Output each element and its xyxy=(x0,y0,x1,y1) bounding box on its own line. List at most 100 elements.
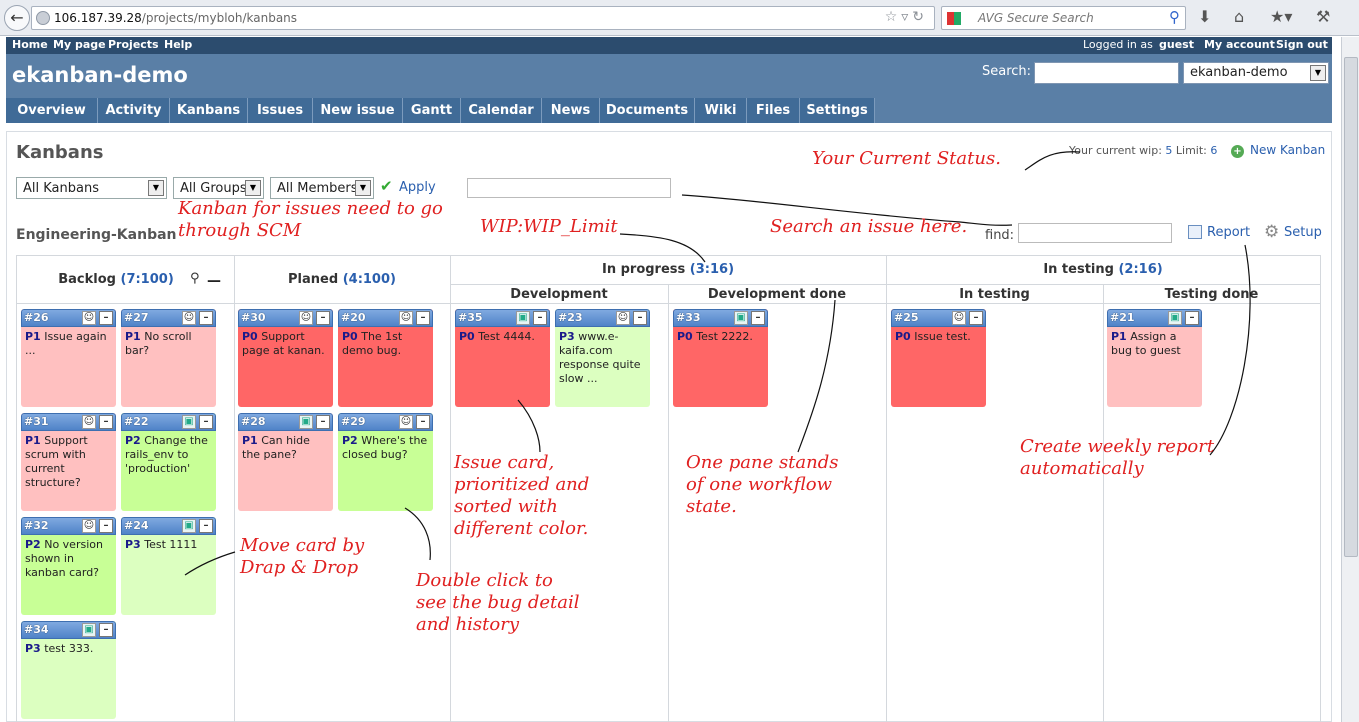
card-header[interactable]: #27 ☺ – xyxy=(121,309,216,327)
minimize-icon[interactable]: – xyxy=(99,623,113,637)
minimize-icon[interactable]: – xyxy=(416,415,430,429)
card-header[interactable]: #26 ☺ – xyxy=(21,309,116,327)
minimize-icon[interactable]: – xyxy=(199,519,213,533)
topmenu-projects[interactable]: Projects xyxy=(108,38,159,51)
logged-in-user[interactable]: guest xyxy=(1159,38,1194,51)
issue-search-input[interactable] xyxy=(467,178,671,198)
member-filter-select[interactable]: All Members ▼ xyxy=(270,177,374,199)
issue-card[interactable]: #26 ☺ – P1 Issue again ... xyxy=(21,309,116,407)
card-id[interactable]: #24 xyxy=(124,519,149,532)
report-link[interactable]: Report xyxy=(1207,225,1250,240)
card-id[interactable]: #20 xyxy=(341,311,366,324)
tab-files[interactable]: Files xyxy=(747,98,800,123)
minimize-icon[interactable]: – xyxy=(751,311,765,325)
card-header[interactable]: #28 ▣ – xyxy=(238,413,333,431)
tab-calendar[interactable]: Calendar xyxy=(461,98,542,123)
issue-card[interactable]: #25 ☺ – P0 Issue test. xyxy=(891,309,986,407)
tab-issues[interactable]: Issues xyxy=(248,98,313,123)
collapse-icon[interactable]: — xyxy=(207,273,221,289)
issue-card[interactable]: #33 ▣ – P0 Test 2222. xyxy=(673,309,768,407)
card-id[interactable]: #35 xyxy=(458,311,483,324)
setup-link[interactable]: Setup xyxy=(1284,225,1322,240)
card-header[interactable]: #33 ▣ – xyxy=(673,309,768,327)
issue-card[interactable]: #23 ☺ – P3 www.e-kaifa.com response quite s… xyxy=(555,309,650,407)
minimize-icon[interactable]: – xyxy=(99,519,113,533)
minimize-icon[interactable]: – xyxy=(99,415,113,429)
address-bar[interactable]: 106.187.39.28/projects/mybloh/kanbans ☆▿… xyxy=(31,6,935,30)
issue-card[interactable]: #31 ☺ – P1 Support scrum with current struc… xyxy=(21,413,116,511)
minimize-icon[interactable]: – xyxy=(633,311,647,325)
card-id[interactable]: #31 xyxy=(24,415,49,428)
issue-card[interactable]: #32 ☺ – P2 No version shown in kanban card? xyxy=(21,517,116,615)
issue-card[interactable]: #24 ▣ – P3 Test 1111 xyxy=(121,517,216,615)
home-icon[interactable]: ⌂ xyxy=(1234,7,1244,26)
card-header[interactable]: #34 ▣ – xyxy=(21,621,116,639)
download-icon[interactable]: ⬇ xyxy=(1198,7,1211,26)
report-icon[interactable] xyxy=(1188,225,1202,239)
minimize-icon[interactable]: – xyxy=(199,311,213,325)
project-select[interactable]: ekanban-demo ▼ xyxy=(1183,62,1329,84)
card-header[interactable]: #31 ☺ – xyxy=(21,413,116,431)
minimize-icon[interactable]: – xyxy=(969,311,983,325)
card-id[interactable]: #28 xyxy=(241,415,266,428)
card-header[interactable]: #30 ☺ – xyxy=(238,309,333,327)
plus-icon[interactable]: + xyxy=(1231,145,1244,158)
minimize-icon[interactable]: – xyxy=(99,311,113,325)
card-id[interactable]: #25 xyxy=(894,311,919,324)
card-id[interactable]: #23 xyxy=(558,311,583,324)
minimize-icon[interactable]: – xyxy=(316,311,330,325)
scrollbar-thumb[interactable] xyxy=(1344,57,1358,557)
sign-out-link[interactable]: Sign out xyxy=(1276,38,1328,51)
issue-card[interactable]: #27 ☺ – P1 No scroll bar? xyxy=(121,309,216,407)
search-input[interactable] xyxy=(1034,62,1179,84)
card-header[interactable]: #24 ▣ – xyxy=(121,517,216,535)
my-account-link[interactable]: My account xyxy=(1204,38,1275,51)
issue-card[interactable]: #21 ▣ – P1 Assign a bug to guest xyxy=(1107,309,1202,407)
card-header[interactable]: #21 ▣ – xyxy=(1107,309,1202,327)
minimize-icon[interactable]: – xyxy=(1185,311,1199,325)
card-id[interactable]: #26 xyxy=(24,311,49,324)
issue-card[interactable]: #20 ☺ – P0 The 1st demo bug. xyxy=(338,309,433,407)
issue-card[interactable]: #34 ▣ – P3 test 333. xyxy=(21,621,116,719)
card-id[interactable]: #22 xyxy=(124,415,149,428)
project-title[interactable]: ekanban-demo xyxy=(12,63,188,87)
minimize-icon[interactable]: – xyxy=(316,415,330,429)
find-input[interactable] xyxy=(1018,223,1172,243)
vertical-scrollbar[interactable] xyxy=(1341,37,1359,722)
card-id[interactable]: #30 xyxy=(241,311,266,324)
group-filter-select[interactable]: All Groups ▼ xyxy=(173,177,264,199)
tab-wiki[interactable]: Wiki xyxy=(695,98,747,123)
tab-documents[interactable]: Documents xyxy=(600,98,695,123)
bookmark-star-icon[interactable]: ☆▿↻ xyxy=(885,9,928,25)
issue-card[interactable]: #29 ☺ – P2 Where's the closed bug? xyxy=(338,413,433,511)
card-header[interactable]: #29 ☺ – xyxy=(338,413,433,431)
topmenu-help[interactable]: Help xyxy=(164,38,192,51)
tab-activity[interactable]: Activity xyxy=(98,98,170,123)
new-kanban-link[interactable]: New Kanban xyxy=(1250,143,1325,157)
tab-overview[interactable]: Overview xyxy=(6,98,98,123)
card-header[interactable]: #25 ☺ – xyxy=(891,309,986,327)
issue-card[interactable]: #28 ▣ – P1 Can hide the pane? xyxy=(238,413,333,511)
card-id[interactable]: #33 xyxy=(676,311,701,324)
card-id[interactable]: #34 xyxy=(24,623,49,636)
apply-button[interactable]: Apply xyxy=(399,180,436,195)
issue-card[interactable]: #35 ▣ – P0 Test 4444. xyxy=(455,309,550,407)
minimize-icon[interactable]: – xyxy=(533,311,547,325)
issue-card[interactable]: #22 ▣ – P2 Change the rails_env to 'product… xyxy=(121,413,216,511)
card-header[interactable]: #20 ☺ – xyxy=(338,309,433,327)
kanban-filter-select[interactable]: All Kanbans ▼ xyxy=(16,177,167,199)
gear-icon[interactable]: ⚙ xyxy=(1264,222,1279,242)
magnifier-icon[interactable]: ⚲ xyxy=(1169,8,1180,26)
addon-icon[interactable]: ⚒ xyxy=(1316,7,1330,26)
card-id[interactable]: #32 xyxy=(24,519,49,532)
bookmarks-icon[interactable]: ★▾ xyxy=(1270,7,1292,26)
minimize-icon[interactable]: – xyxy=(416,311,430,325)
card-header[interactable]: #22 ▣ – xyxy=(121,413,216,431)
card-header[interactable]: #35 ▣ – xyxy=(455,309,550,327)
tab-settings[interactable]: Settings xyxy=(800,98,875,123)
card-header[interactable]: #23 ☺ – xyxy=(555,309,650,327)
card-id[interactable]: #27 xyxy=(124,311,149,324)
topmenu-mypage[interactable]: My page xyxy=(53,38,106,51)
tab-new-issue[interactable]: New issue xyxy=(313,98,403,123)
card-header[interactable]: #32 ☺ – xyxy=(21,517,116,535)
